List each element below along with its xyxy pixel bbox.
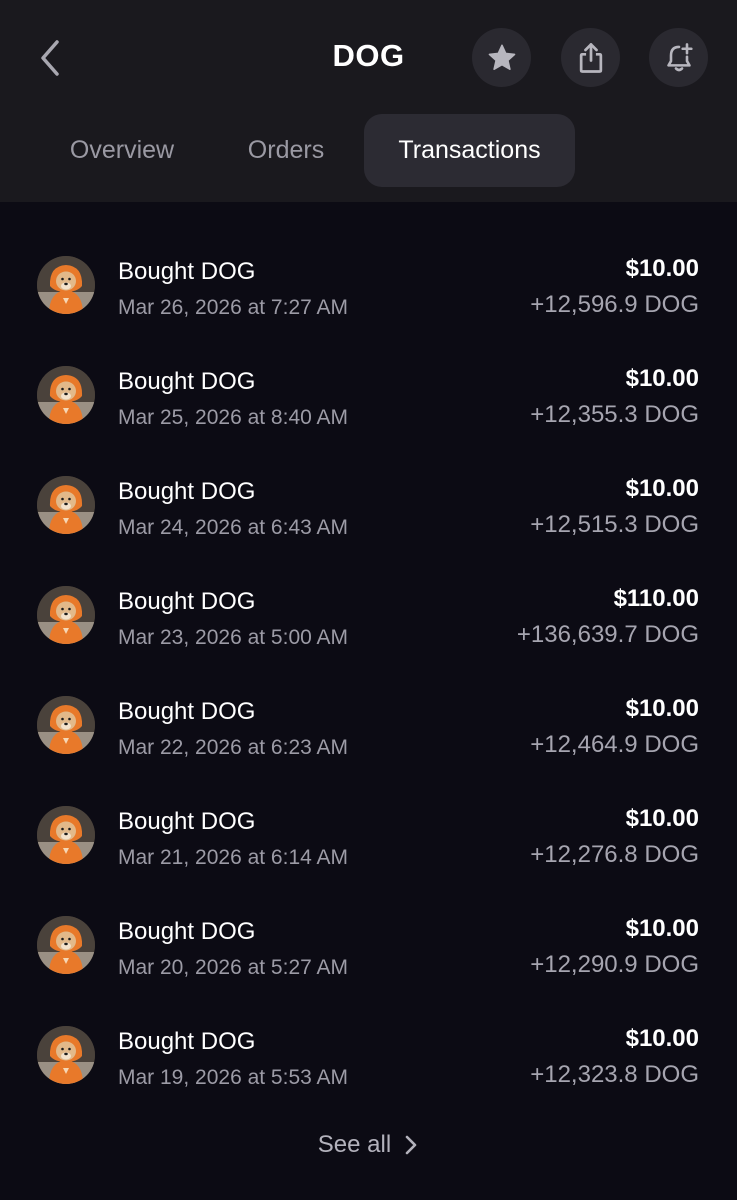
transaction-date: Mar 21, 2026 at 6:14 AM	[118, 846, 348, 869]
transaction-usd-value: $10.00	[625, 915, 699, 942]
transaction-date: Mar 25, 2026 at 8:40 AM	[118, 406, 348, 429]
transaction-token-amount: +12,276.8 DOG	[530, 841, 699, 868]
transaction-row[interactable]: Bought DOG Mar 23, 2026 at 5:00 AM $110.…	[0, 558, 737, 668]
transaction-date: Mar 19, 2026 at 5:53 AM	[118, 1066, 348, 1089]
transaction-token-amount: +12,290.9 DOG	[530, 951, 699, 978]
transaction-token-amount: +12,355.3 DOG	[530, 401, 699, 428]
transaction-usd-value: $10.00	[625, 1025, 699, 1052]
transaction-title: Bought DOG	[118, 258, 256, 285]
dog-token-avatar	[37, 476, 95, 534]
share-icon	[579, 42, 602, 73]
tab-orders[interactable]: Orders	[218, 114, 354, 187]
transaction-usd-value: $10.00	[625, 695, 699, 722]
transaction-title: Bought DOG	[118, 918, 256, 945]
transaction-title: Bought DOG	[118, 698, 256, 725]
dog-token-avatar	[37, 256, 95, 314]
transaction-row[interactable]: Bought DOG Mar 26, 2026 at 7:27 AM $10.0…	[0, 228, 737, 338]
share-button[interactable]	[561, 28, 620, 87]
transaction-usd-value: $10.00	[625, 365, 699, 392]
transaction-usd-value: $10.00	[625, 255, 699, 282]
dog-token-avatar	[37, 1026, 95, 1084]
tab-transactions[interactable]: Transactions	[364, 114, 575, 187]
transaction-token-amount: +12,323.8 DOG	[530, 1061, 699, 1088]
transaction-row[interactable]: Bought DOG Mar 22, 2026 at 6:23 AM $10.0…	[0, 668, 737, 778]
chevron-right-icon	[405, 1135, 417, 1155]
tab-bar: Overview Orders Transactions	[0, 114, 737, 188]
transaction-date: Mar 24, 2026 at 6:43 AM	[118, 516, 348, 539]
transaction-token-amount: +12,464.9 DOG	[530, 731, 699, 758]
bell-plus-icon	[666, 42, 693, 71]
transaction-row[interactable]: Bought DOG Mar 24, 2026 at 6:43 AM $10.0…	[0, 448, 737, 558]
dog-token-avatar	[37, 696, 95, 754]
transaction-date: Mar 20, 2026 at 5:27 AM	[118, 956, 348, 979]
transaction-date: Mar 26, 2026 at 7:27 AM	[118, 296, 348, 319]
transaction-title: Bought DOG	[118, 1028, 256, 1055]
add-alert-button[interactable]	[649, 28, 708, 87]
dog-token-avatar	[37, 806, 95, 864]
transaction-usd-value: $110.00	[613, 585, 699, 612]
page-title: DOG	[332, 38, 405, 73]
star-icon	[488, 44, 515, 70]
dog-token-avatar	[37, 586, 95, 644]
transaction-usd-value: $10.00	[625, 475, 699, 502]
transaction-row[interactable]: Bought DOG Mar 25, 2026 at 8:40 AM $10.0…	[0, 338, 737, 448]
transaction-title: Bought DOG	[118, 478, 256, 505]
transaction-row[interactable]: Bought DOG Mar 20, 2026 at 5:27 AM $10.0…	[0, 888, 737, 998]
dog-token-avatar	[37, 366, 95, 424]
transaction-row[interactable]: Bought DOG Mar 19, 2026 at 5:53 AM $10.0…	[0, 998, 737, 1108]
transaction-token-amount: +12,515.3 DOG	[530, 511, 699, 538]
dog-token-avatar	[37, 916, 95, 974]
transaction-token-amount: +12,596.9 DOG	[530, 291, 699, 318]
transaction-date: Mar 23, 2026 at 5:00 AM	[118, 626, 348, 649]
chevron-left-icon	[41, 40, 59, 76]
transaction-token-amount: +136,639.7 DOG	[516, 621, 699, 648]
transaction-usd-value: $10.00	[625, 805, 699, 832]
transaction-title: Bought DOG	[118, 588, 256, 615]
favorite-button[interactable]	[472, 28, 531, 87]
see-all-label: See all	[317, 1131, 392, 1158]
transaction-title: Bought DOG	[118, 808, 256, 835]
back-button[interactable]	[24, 30, 76, 86]
top-bar: DOG Overview Orders Transactions	[0, 0, 737, 202]
tab-overview[interactable]: Overview	[38, 114, 206, 187]
see-all-button[interactable]: See all	[300, 1120, 435, 1170]
transaction-row[interactable]: Bought DOG Mar 21, 2026 at 6:14 AM $10.0…	[0, 778, 737, 888]
transaction-date: Mar 22, 2026 at 6:23 AM	[118, 736, 348, 759]
transaction-title: Bought DOG	[118, 368, 256, 395]
